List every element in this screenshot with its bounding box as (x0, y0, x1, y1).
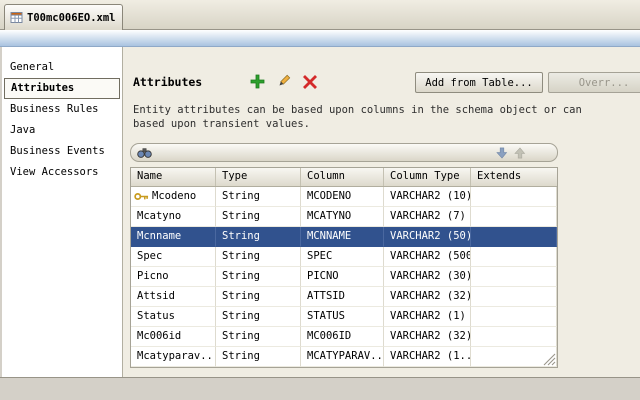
window-bottom-strip (0, 377, 640, 400)
cell-column-type: VARCHAR2 (500) (384, 247, 471, 267)
page-title: Attributes (133, 75, 202, 89)
cell-type: String (216, 287, 301, 307)
key-icon (134, 192, 149, 201)
cell-name: Mcnname (131, 227, 216, 247)
delete-x-icon (303, 75, 317, 89)
table-resize-grip[interactable] (543, 353, 556, 366)
cell-column: ATTSID (301, 287, 384, 307)
cell-extends (471, 287, 557, 307)
cell-column: MCODENO (301, 187, 384, 207)
cell-extends (471, 247, 557, 267)
attributes-table: Name Type Column Column Type Extends Mco… (130, 167, 558, 368)
cell-column-type: VARCHAR2 (30) (384, 267, 471, 287)
column-header-column[interactable]: Column (301, 168, 384, 186)
cell-name: Mcatyparav... (131, 347, 216, 367)
down-arrow-icon (496, 147, 508, 159)
table-row[interactable]: Picno String PICNO VARCHAR2 (30) (131, 267, 557, 287)
cell-type: String (216, 307, 301, 327)
cell-column-type: VARCHAR2 (50) (384, 227, 471, 247)
cell-column: MCATYPARAV... (301, 347, 384, 367)
description-line-2: based upon transient values. (133, 118, 310, 130)
cell-column-type: VARCHAR2 (1... (384, 347, 471, 367)
cell-type: String (216, 227, 301, 247)
delete-attribute-button[interactable] (301, 73, 318, 90)
category-nav: General Attributes Business Rules Java B… (2, 47, 123, 377)
up-arrow-icon (514, 147, 526, 159)
cell-extends (471, 327, 557, 347)
attributes-panel: Attributes Add from Table... Overr... En… (123, 47, 640, 377)
cell-name: Spec (131, 247, 216, 267)
column-header-column-type[interactable]: Column Type (384, 168, 471, 186)
column-header-type[interactable]: Type (216, 168, 301, 186)
cell-name: Attsid (131, 287, 216, 307)
description-line-1: Entity attributes can be based upon colu… (133, 104, 582, 116)
cell-type: String (216, 347, 301, 367)
cell-column-type: VARCHAR2 (1) (384, 307, 471, 327)
table-row[interactable]: Status String STATUS VARCHAR2 (1) (131, 307, 557, 327)
table-row[interactable]: Mcatyno String MCATYNO VARCHAR2 (7) (131, 207, 557, 227)
add-from-table-button[interactable]: Add from Table... (415, 72, 543, 93)
cell-type: String (216, 247, 301, 267)
table-row[interactable]: Attsid String ATTSID VARCHAR2 (32) (131, 287, 557, 307)
entity-object-icon (10, 11, 23, 24)
table-row[interactable]: Mc006id String MC006ID VARCHAR2 (32) (131, 327, 557, 347)
table-toolbar (130, 143, 558, 162)
cell-column: MC006ID (301, 327, 384, 347)
cell-column: MCNNAME (301, 227, 384, 247)
move-up-button[interactable] (512, 145, 527, 160)
binoculars-icon (137, 147, 152, 159)
table-row[interactable]: Mcatyparav... String MCATYPARAV... VARCH… (131, 347, 557, 367)
cell-extends (471, 267, 557, 287)
cell-column-type: VARCHAR2 (7) (384, 207, 471, 227)
sidebar-item-general[interactable]: General (2, 57, 122, 78)
editor-tab[interactable]: T00mc006EO.xml (4, 4, 123, 30)
sidebar-item-business-rules[interactable]: Business Rules (2, 99, 122, 120)
cell-extends (471, 227, 557, 247)
cell-type: String (216, 187, 301, 207)
resize-grip-icon (543, 353, 556, 366)
entity-object-editor-window: T00mc006EO.xml General Attributes Busine… (0, 0, 640, 400)
editor-tab-bar: T00mc006EO.xml (0, 0, 640, 30)
cell-column: PICNO (301, 267, 384, 287)
cell-name: Mcatyno (131, 207, 216, 227)
sidebar-item-attributes[interactable]: Attributes (4, 78, 120, 99)
table-row[interactable]: Spec String SPEC VARCHAR2 (500) (131, 247, 557, 267)
cell-type: String (216, 327, 301, 347)
column-header-extends[interactable]: Extends (471, 168, 557, 186)
pencil-icon (276, 74, 291, 89)
cell-column: MCATYNO (301, 207, 384, 227)
cell-column-type: VARCHAR2 (10) (384, 187, 471, 207)
sidebar-item-view-accessors[interactable]: View Accessors (2, 162, 122, 183)
cell-name: Mc006id (131, 327, 216, 347)
cell-column-type: VARCHAR2 (32) (384, 327, 471, 347)
override-button[interactable]: Overr... (548, 72, 640, 93)
cell-column: STATUS (301, 307, 384, 327)
table-row-selected[interactable]: Mcnname String MCNNAME VARCHAR2 (50) (131, 227, 557, 247)
table-header: Name Type Column Column Type Extends (131, 168, 557, 187)
sidebar-item-business-events[interactable]: Business Events (2, 141, 122, 162)
cell-type: String (216, 207, 301, 227)
edit-attribute-button[interactable] (275, 73, 292, 90)
plus-icon (250, 74, 265, 89)
sidebar-item-java[interactable]: Java (2, 120, 122, 141)
cell-column: SPEC (301, 247, 384, 267)
move-down-button[interactable] (494, 145, 509, 160)
find-button[interactable] (137, 145, 152, 160)
cell-column-type: VARCHAR2 (32) (384, 287, 471, 307)
table-row[interactable]: Mcodeno String MCODENO VARCHAR2 (10) (131, 187, 557, 207)
editor-tab-title: T00mc006EO.xml (27, 12, 116, 24)
editor-header-band (0, 30, 640, 47)
cell-extends (471, 207, 557, 227)
add-attribute-button[interactable] (249, 73, 266, 90)
cell-name: Picno (131, 267, 216, 287)
column-header-name[interactable]: Name (131, 168, 216, 186)
cell-extends (471, 187, 557, 207)
cell-name: Status (131, 307, 216, 327)
cell-name: Mcodeno (131, 187, 216, 207)
cell-extends (471, 307, 557, 327)
cell-type: String (216, 267, 301, 287)
